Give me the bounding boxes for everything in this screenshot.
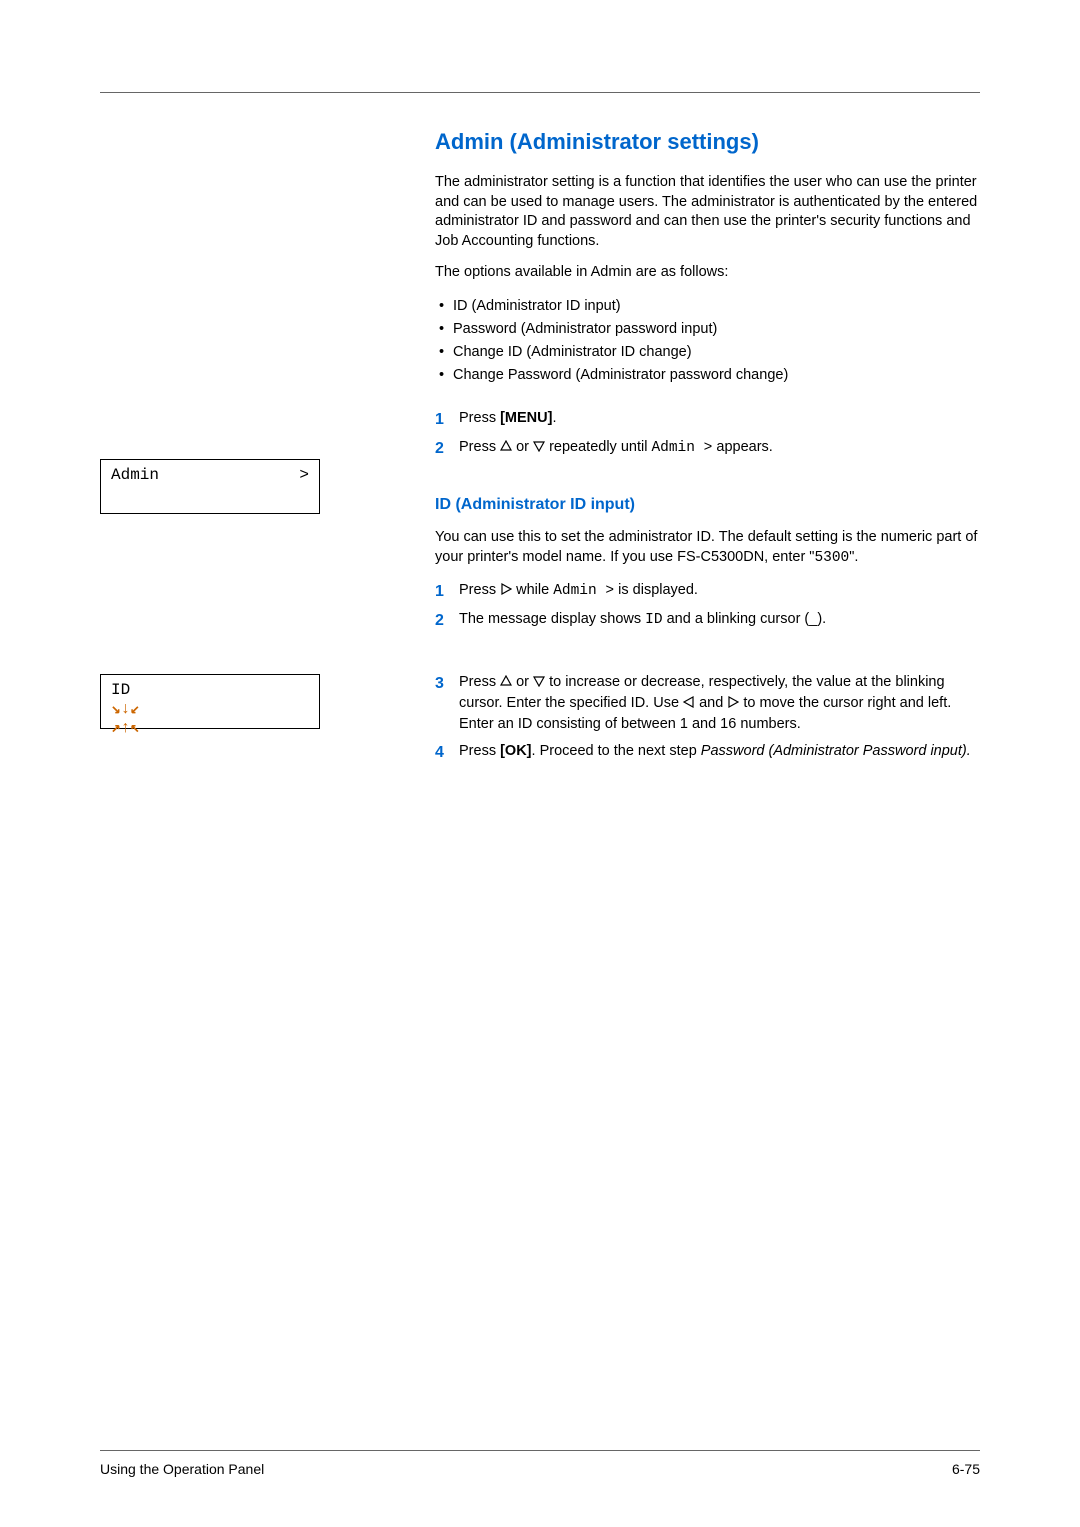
lcd-display-id: ID ↘↓↙ ↗↑↖ — [100, 674, 320, 729]
page-heading: Admin (Administrator settings) — [435, 129, 980, 155]
list-item: Change Password (Administrator password … — [435, 364, 980, 387]
step-number: 2 — [435, 437, 459, 460]
top-rule — [100, 92, 980, 93]
list-item: ID (Administrator ID input) — [435, 295, 980, 318]
intro-paragraph-2: The options available in Admin are as fo… — [435, 263, 980, 283]
text: while — [512, 582, 553, 598]
text: Press — [459, 410, 500, 426]
text: ". — [849, 549, 858, 565]
triangle-right-icon — [727, 696, 739, 708]
step-number: 2 — [435, 609, 459, 632]
text: The message display shows — [459, 611, 645, 627]
triangle-down-icon — [533, 440, 545, 452]
text: Press — [459, 582, 500, 598]
display-text: Admin > — [553, 583, 614, 599]
step-body: Press [OK]. Proceed to the next step Pas… — [459, 741, 980, 764]
triangle-up-icon — [500, 675, 512, 687]
step-item: 2 Press or repeatedly until Admin > appe… — [435, 437, 980, 460]
triangle-left-icon — [683, 696, 695, 708]
text: Press — [459, 439, 500, 455]
text: is displayed. — [614, 582, 698, 598]
display-label: Admin — [111, 466, 159, 484]
triangle-down-icon — [533, 675, 545, 687]
step-item: 2 The message display shows ID and a bli… — [435, 609, 980, 632]
menu-key-label: [MENU] — [500, 410, 552, 426]
step-body: Press or repeatedly until Admin > appear… — [459, 437, 980, 460]
step-number: 1 — [435, 408, 459, 431]
steps-a: 1 Press [MENU]. 2 Press or repeatedly un… — [435, 408, 980, 460]
steps-b: 1 Press while Admin > is displayed. 2 Th… — [435, 580, 980, 765]
text: appears. — [712, 439, 772, 455]
display-arrow: > — [299, 466, 309, 485]
step-body: Press or to increase or decrease, respec… — [459, 672, 980, 735]
step-item: 3 Press or to increase or decrease, resp… — [435, 672, 980, 735]
indicator-icon: ↘↓↙ — [111, 700, 140, 719]
text: and a blinking cursor (_). — [663, 611, 827, 627]
attention-icon: ↗↑↖ — [111, 719, 140, 738]
main-content: Admin (Administrator settings) The admin… — [435, 129, 980, 765]
options-list: ID (Administrator ID input) Password (Ad… — [435, 295, 980, 388]
text: Press — [459, 743, 500, 759]
reference-text: Password (Administrator Password input). — [701, 743, 971, 759]
text: You can use this to set the administrato… — [435, 529, 977, 565]
page-footer: Using the Operation Panel 6-75 — [100, 1450, 980, 1477]
text: and — [695, 695, 727, 711]
list-item: Change ID (Administrator ID change) — [435, 341, 980, 364]
text: repeatedly until — [545, 439, 651, 455]
step-body: Press [MENU]. — [459, 408, 980, 431]
step-number: 1 — [435, 580, 459, 603]
text: Press — [459, 674, 500, 690]
sub-heading: ID (Administrator ID input) — [435, 496, 980, 514]
text: . — [552, 410, 556, 426]
triangle-right-icon — [500, 583, 512, 595]
footer-page-number: 6-75 — [952, 1461, 980, 1477]
display-text: Admin > — [651, 440, 712, 456]
footer-section-title: Using the Operation Panel — [100, 1461, 264, 1477]
intro-paragraph-1: The administrator setting is a function … — [435, 173, 980, 251]
ok-key-label: [OK] — [500, 743, 531, 759]
triangle-up-icon — [500, 440, 512, 452]
step-item: 1 Press [MENU]. — [435, 408, 980, 431]
display-text: ID — [645, 612, 662, 628]
step-number: 4 — [435, 741, 459, 764]
display-icons-2: ↗↑↖ — [111, 719, 309, 738]
step-body: Press while Admin > is displayed. — [459, 580, 980, 603]
model-code: 5300 — [814, 550, 849, 566]
sub-intro: You can use this to set the administrato… — [435, 528, 980, 568]
text: or — [512, 674, 533, 690]
text: . Proceed to the next step — [532, 743, 701, 759]
text: or — [512, 439, 533, 455]
lcd-display-admin: Admin > — [100, 459, 320, 514]
display-label: ID — [111, 681, 309, 700]
step-number: 3 — [435, 672, 459, 735]
step-item: 1 Press while Admin > is displayed. — [435, 580, 980, 603]
display-icons: ↘↓↙ — [111, 700, 309, 719]
step-item: 4 Press [OK]. Proceed to the next step P… — [435, 741, 980, 764]
list-item: Password (Administrator password input) — [435, 318, 980, 341]
step-body: The message display shows ID and a blink… — [459, 609, 980, 632]
